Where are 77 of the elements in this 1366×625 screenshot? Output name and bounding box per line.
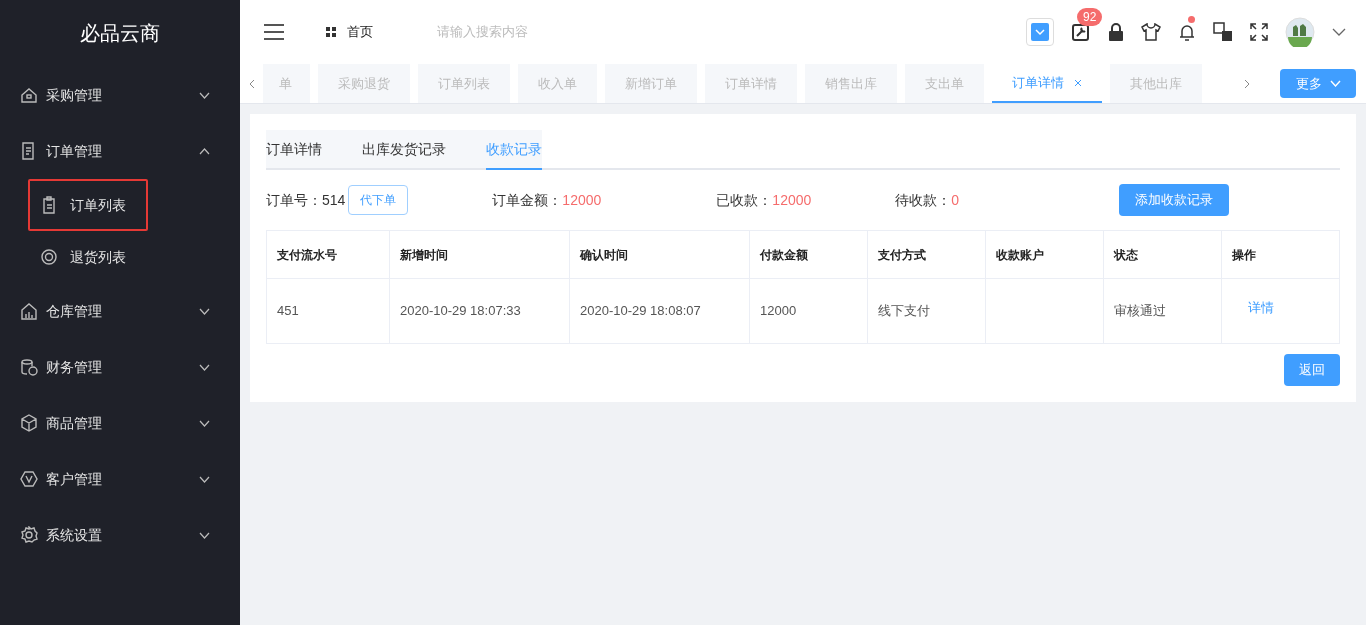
sidebar-item[interactable]: 客户管理 — [0, 451, 240, 507]
caret-icon[interactable] — [1332, 28, 1346, 36]
page-tab[interactable]: 单 — [263, 64, 310, 103]
chevron-icon[interactable] — [199, 307, 210, 315]
page-tab[interactable]: 销售出库 — [805, 64, 897, 103]
page-tab[interactable]: 采购退货 — [318, 64, 410, 103]
sidebar-item[interactable]: 订单管理 — [0, 123, 240, 179]
house-icon — [20, 86, 38, 104]
chevron-icon[interactable] — [199, 363, 210, 371]
coins-icon — [20, 358, 38, 376]
circle-badge-icon — [40, 248, 58, 266]
content-tab[interactable]: 收款记录 — [486, 130, 542, 170]
wrench-icon[interactable] — [1071, 22, 1091, 42]
sidebar-item[interactable]: 财务管理 — [0, 339, 240, 395]
column-header: 付款金额 — [749, 230, 868, 279]
proxy-order-button[interactable]: 代下单 — [348, 185, 409, 215]
summary-field: 已收款：12000 — [716, 191, 812, 208]
column-header: 收款账户 — [985, 230, 1104, 279]
scroll-left-icon[interactable] — [248, 78, 255, 89]
column-header: 支付流水号 — [266, 230, 390, 279]
warehouse-icon — [20, 302, 38, 320]
fullscreen-icon[interactable] — [1250, 23, 1268, 41]
table-cell: 线下支付 — [867, 278, 986, 344]
table-cell: 2020-10-29 18:08:07 — [569, 278, 750, 344]
table-cell: 2020-10-29 18:07:33 — [389, 278, 570, 344]
table-cell: 审核通过 — [1103, 278, 1222, 344]
page-tab[interactable]: 支出单 — [905, 64, 984, 103]
chevron-icon[interactable] — [199, 475, 210, 483]
page-tab[interactable]: 其他出库 — [1110, 64, 1202, 103]
page-tab[interactable]: 收入单 — [518, 64, 597, 103]
summary-field: 待收款：0 — [895, 191, 960, 208]
box-icon — [20, 414, 38, 432]
table-cell: 12000 — [749, 278, 868, 344]
app-logo-text: 必品云商 — [80, 21, 160, 46]
dropdown-toggle[interactable] — [1026, 18, 1054, 46]
summary-field: 订单金额：12000 — [492, 191, 602, 208]
column-header: 支付方式 — [867, 230, 986, 279]
submenu-item[interactable]: 订单列表 — [28, 179, 148, 231]
content-tab[interactable]: 出库发货记录 — [362, 130, 446, 170]
avatar[interactable] — [1285, 17, 1315, 47]
chevron-icon[interactable] — [199, 91, 210, 99]
notification-count: 92 — [1077, 8, 1103, 26]
close-icon[interactable] — [1074, 78, 1082, 87]
order-number: 订单号：514 — [266, 190, 346, 210]
column-header: 确认时间 — [569, 230, 750, 279]
chevron-icon[interactable] — [199, 531, 210, 539]
sidebar-item[interactable]: 系统设置 — [0, 507, 240, 563]
page-tab[interactable]: 订单列表 — [418, 64, 510, 103]
page-tab[interactable]: 订单详情 — [705, 64, 797, 103]
add-payment-record-button[interactable]: 添加收款记录 — [1119, 184, 1230, 216]
chevron-icon[interactable] — [199, 419, 210, 427]
page-tab[interactable]: 新增订单 — [605, 64, 697, 103]
bell-icon[interactable] — [1178, 23, 1196, 41]
content-tab[interactable]: 订单详情 — [266, 130, 322, 170]
details-link[interactable]: 详情 — [1248, 300, 1274, 316]
search-field[interactable]: 请输入搜索内容 — [437, 22, 657, 42]
table-cell: 451 — [266, 278, 390, 344]
lock-icon[interactable] — [1108, 23, 1124, 41]
hexagon-icon — [20, 470, 38, 488]
column-header: 操作 — [1221, 230, 1340, 279]
scroll-right-icon[interactable] — [1244, 78, 1250, 89]
sidebar-item[interactable]: 仓库管理 — [0, 283, 240, 339]
more-button[interactable]: 更多 — [1280, 69, 1356, 98]
column-header: 新增时间 — [389, 230, 570, 279]
shirt-icon[interactable] — [1141, 23, 1161, 41]
gear-icon — [20, 526, 38, 544]
clipboard-icon — [40, 196, 58, 214]
caret-icon — [1329, 80, 1341, 87]
submenu-item[interactable]: 退货列表 — [28, 231, 148, 283]
menu-icon[interactable] — [264, 24, 284, 40]
grid-icon — [326, 27, 336, 37]
home-breadcrumb[interactable]: 首页 — [347, 22, 373, 42]
chevron-icon[interactable] — [199, 147, 210, 155]
sidebar-item[interactable]: 商品管理 — [0, 395, 240, 451]
column-header: 状态 — [1103, 230, 1222, 279]
back-button[interactable]: 返回 — [1284, 354, 1340, 386]
sidebar-item[interactable]: 采购管理 — [0, 67, 240, 123]
